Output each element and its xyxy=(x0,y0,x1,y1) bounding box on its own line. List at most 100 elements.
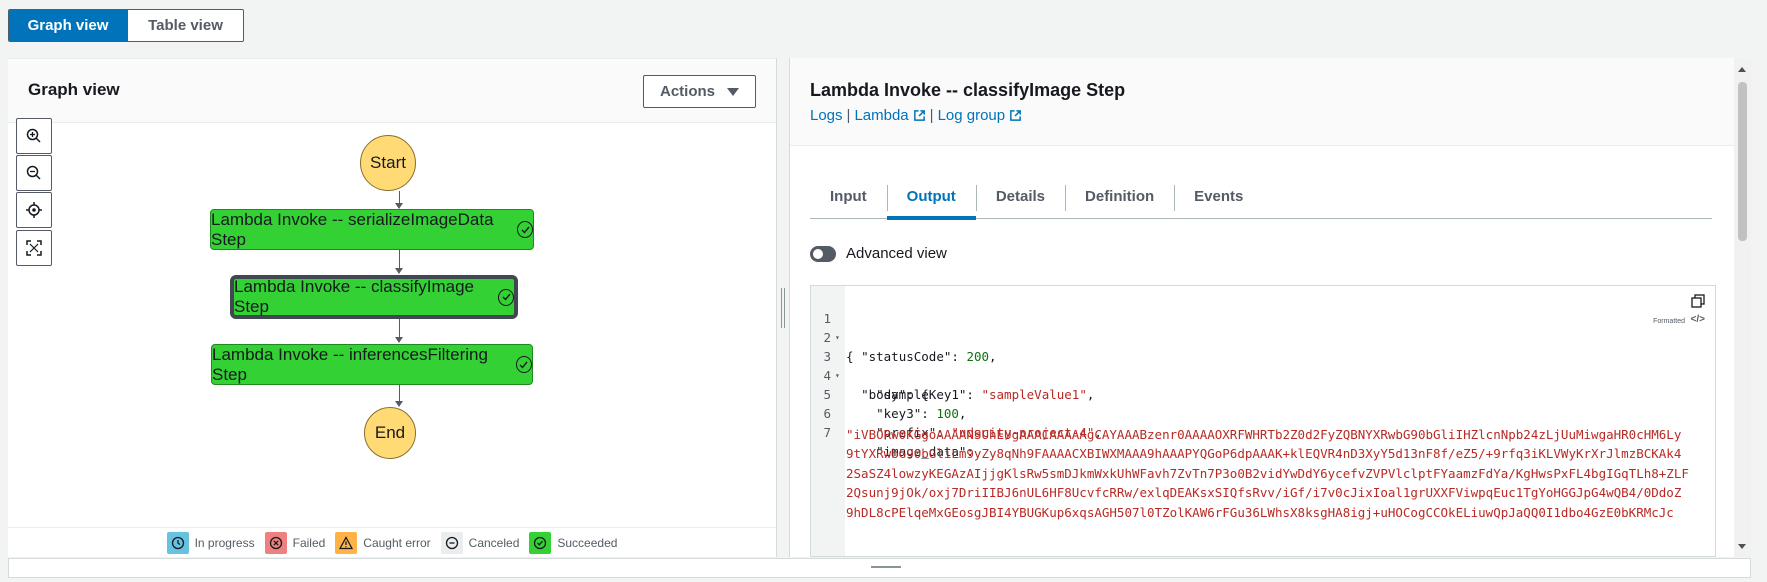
tab-definition[interactable]: Definition xyxy=(1065,174,1174,218)
line-number: 7 xyxy=(823,425,831,440)
log-group-link-label: Log group xyxy=(937,107,1006,124)
scroll-up-icon[interactable] xyxy=(1738,67,1746,72)
details-title: Lambda Invoke -- classifyImage Step xyxy=(810,80,1126,100)
code-text: "sampleKey1": "sampleValue1", xyxy=(876,387,1095,402)
code-line: 3 ▾ "body": { xyxy=(811,328,928,402)
crosshair-icon xyxy=(26,202,42,218)
clock-icon xyxy=(166,532,189,554)
code-line: 4 "sampleKey1": "sampleValue1", xyxy=(811,347,1094,402)
graph-legend: In progress Failed Caught error Canceled… xyxy=(8,527,776,558)
legend-caught-error: Caught error xyxy=(335,532,431,554)
serialize-node[interactable]: Lambda Invoke -- serializeImageData Step xyxy=(210,209,534,250)
graph-panel-header: Graph view Actions xyxy=(8,59,776,123)
check-icon xyxy=(529,532,552,554)
cancel-icon xyxy=(440,532,463,554)
graph-view-button[interactable]: Graph view xyxy=(9,10,127,41)
legend-label: Canceled xyxy=(468,536,520,550)
view-toggle: Graph view Table view xyxy=(8,9,244,42)
lambda-link[interactable]: Lambda xyxy=(854,107,925,124)
classify-node-label: Lambda Invoke -- classifyImage Step xyxy=(234,277,474,316)
center-button[interactable] xyxy=(16,192,52,228)
filter-node-label: Lambda Invoke -- inferencesFiltering Ste… xyxy=(212,344,488,384)
image-data-line: 9tYXRwbG90bGliLm9yZy8qNh9FAAAACXBIWXMAAA… xyxy=(846,446,1682,461)
code-line: 5 "key3": 100, xyxy=(811,366,966,421)
edge xyxy=(399,385,400,401)
output-code-viewer[interactable]: 1 ▾ { 2 "statusCode": 200, 3 ▾ "body": {… xyxy=(810,285,1716,557)
json-key: "key3" xyxy=(876,406,922,421)
end-node[interactable]: End xyxy=(364,407,416,459)
arrow-head xyxy=(395,401,403,407)
start-node[interactable]: Start xyxy=(360,135,416,191)
arrow-head xyxy=(395,337,403,343)
expand-icon xyxy=(26,240,42,256)
legend-label: In progress xyxy=(194,536,255,550)
advanced-view-label: Advanced view xyxy=(846,245,947,262)
image-data-line: 2SaSZ4lowzyKEGAzAIjjgKlsRw5smDJkmWxkUhWF… xyxy=(846,466,1689,481)
drag-handle-icon xyxy=(871,566,901,568)
legend-label: Succeeded xyxy=(557,536,618,550)
fit-view-button[interactable] xyxy=(16,230,52,266)
serialize-node-label: Lambda Invoke -- serializeImageData Step xyxy=(211,209,494,249)
graph-panel: Graph view Actions Start Lambda Invoke -… xyxy=(8,58,776,557)
code-line: 2 "statusCode": 200, xyxy=(811,309,996,364)
code-line: 1 ▾ { xyxy=(811,290,856,364)
filter-node[interactable]: Lambda Invoke -- inferencesFiltering Ste… xyxy=(211,344,533,385)
zoom-in-icon xyxy=(26,128,41,143)
legend-in-progress: In progress xyxy=(166,532,255,554)
advanced-view-toggle[interactable] xyxy=(810,245,836,262)
code-text: "statusCode": 200, xyxy=(861,349,997,364)
external-link-icon xyxy=(1010,110,1022,121)
bottom-resize-bar[interactable] xyxy=(8,558,1751,578)
grip-icon xyxy=(781,288,782,328)
actions-button[interactable]: Actions xyxy=(643,75,756,108)
warning-icon xyxy=(335,532,358,554)
advanced-view-row: Advanced view xyxy=(810,245,947,262)
details-panel: Lambda Invoke -- classifyImage Step Logs… xyxy=(790,58,1734,557)
check-icon xyxy=(515,356,532,373)
classify-node[interactable]: Lambda Invoke -- classifyImage Step xyxy=(230,275,518,319)
json-key: "sampleKey1" xyxy=(876,387,967,402)
json-number: 100 xyxy=(936,406,959,421)
scroll-down-icon[interactable] xyxy=(1738,544,1746,549)
link-separator: | xyxy=(846,107,851,124)
edge xyxy=(399,319,400,337)
details-links: Logs | Lambda | Log group xyxy=(810,107,1022,124)
code-format-icon[interactable]: </> xyxy=(1691,314,1705,325)
log-group-link[interactable]: Log group xyxy=(938,107,1023,124)
lambda-link-label: Lambda xyxy=(854,107,909,124)
code-line: 7 "image_data": xyxy=(811,404,973,459)
external-link-icon xyxy=(913,110,925,121)
tab-events[interactable]: Events xyxy=(1174,174,1263,218)
tab-output[interactable]: Output xyxy=(886,174,976,220)
tab-details[interactable]: Details xyxy=(975,174,1065,218)
zoom-out-icon xyxy=(26,165,41,180)
image-data-line: 9hDL8cPElqeMxGEosgJBI4YBUGKup6xqsAGH507l… xyxy=(846,505,1674,520)
zoom-out-button[interactable] xyxy=(16,155,52,191)
vertical-scrollbar[interactable] xyxy=(1734,58,1751,557)
tab-input[interactable]: Input xyxy=(810,174,887,218)
json-string: "sampleValue1" xyxy=(981,387,1087,402)
scrollbar-thumb[interactable] xyxy=(1738,82,1747,241)
error-icon xyxy=(264,532,287,554)
legend-failed: Failed xyxy=(264,532,326,554)
actions-label: Actions xyxy=(659,83,715,100)
legend-succeeded: Succeeded xyxy=(529,532,617,554)
graph-panel-title: Graph view xyxy=(28,80,120,99)
edge xyxy=(399,250,400,268)
legend-label: Failed xyxy=(292,536,326,550)
legend-canceled: Canceled xyxy=(440,532,520,554)
formatted-label: Formatted xyxy=(1653,318,1685,325)
caret-down-icon xyxy=(727,87,739,96)
copy-icon[interactable] xyxy=(1691,294,1705,308)
code-text: "key3": 100, xyxy=(876,406,967,421)
panel-resize-handle[interactable] xyxy=(776,58,790,557)
logs-link[interactable]: Logs xyxy=(810,107,843,124)
details-header: Lambda Invoke -- classifyImage Step Logs… xyxy=(790,58,1734,146)
json-key: "statusCode" xyxy=(861,349,952,364)
table-view-button[interactable]: Table view xyxy=(127,10,243,41)
code-line: 6 "prefix": "udacity-project-4", xyxy=(811,385,1101,440)
edge xyxy=(399,191,400,203)
zoom-in-button[interactable] xyxy=(16,118,52,154)
check-icon xyxy=(517,221,533,238)
legend-label: Caught error xyxy=(363,536,431,550)
